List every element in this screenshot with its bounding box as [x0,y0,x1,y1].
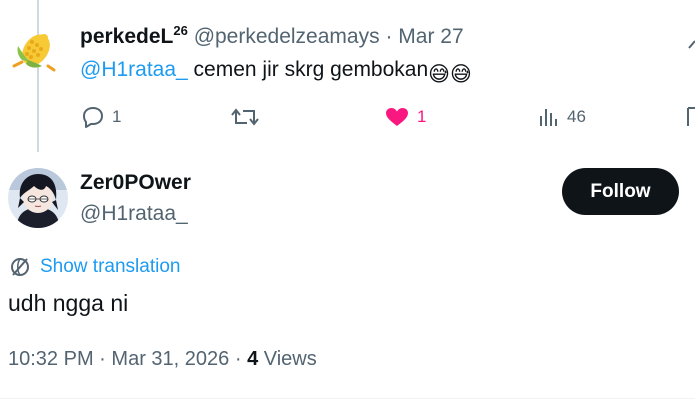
share-button[interactable] [688,36,695,52]
anime-character-avatar-icon [8,168,68,228]
reply-count: 1 [112,107,122,126]
tweet-date[interactable]: Mar 31, 2026 [111,348,229,370]
comment-icon [83,107,103,128]
reply-name-superscript: 26 [173,23,188,38]
sweat-smile-emoji-icon: 😅😅 [428,62,472,87]
reply-emojis: 😅😅 [428,63,472,86]
share-arrow-icon [688,40,695,49]
repost-icon [231,108,259,126]
reply-date[interactable]: Mar 27 [398,25,463,48]
translate-globe-icon [11,258,29,276]
reply-separator: · [385,25,393,48]
tweet-meta: 10:32 PM · Mar 31, 2026 · 4 Views [8,348,317,371]
like-action-button[interactable]: 1 [383,105,426,129]
repost-action-button[interactable] [230,105,260,129]
tweet-views-label: Views [263,348,317,370]
follow-button[interactable]: Follow [562,168,679,215]
analytics-bar-icon [540,109,557,126]
reply-display-name[interactable]: perkedeL [80,25,173,48]
section-divider [0,398,695,399]
reply-action-button[interactable]: 1 [80,105,121,129]
tweet-author-avatar[interactable] [8,168,68,228]
reply-header: perkedeL26 @perkedelzeamays · Mar 27 [80,23,464,49]
tweet-author-handle[interactable]: @H1rataa_ [80,202,188,226]
tweet-views-count: 4 [247,348,259,370]
tweet-body-text: udh ngga ni [8,290,129,316]
reply-mention-link[interactable]: @H1rataa_ [80,58,188,81]
views-action-button[interactable]: 46 [537,105,586,129]
reply-avatar[interactable] [8,26,60,78]
bookmark-action-button[interactable] [686,105,695,129]
reply-handle[interactable]: @perkedelzeamays [194,25,380,48]
show-translation-label[interactable]: Show translation [40,256,180,278]
like-count: 1 [417,107,427,126]
tweet-author-name[interactable]: Zer0POwer [80,171,191,195]
tweet-time[interactable]: 10:32 PM [8,348,94,370]
meta-separator-2: · [234,348,242,370]
reply-text: @H1rataa_ cemen jir skrg gembokan😅😅 [80,58,472,87]
heart-filled-icon [386,108,408,126]
show-translation-link[interactable]: Show translation [8,255,180,279]
bookmark-icon [687,107,695,126]
corn-avatar-icon [12,34,56,72]
meta-separator-1: · [99,348,106,370]
views-count: 46 [567,107,586,126]
reply-body-text: cemen jir skrg gembokan [187,58,429,81]
